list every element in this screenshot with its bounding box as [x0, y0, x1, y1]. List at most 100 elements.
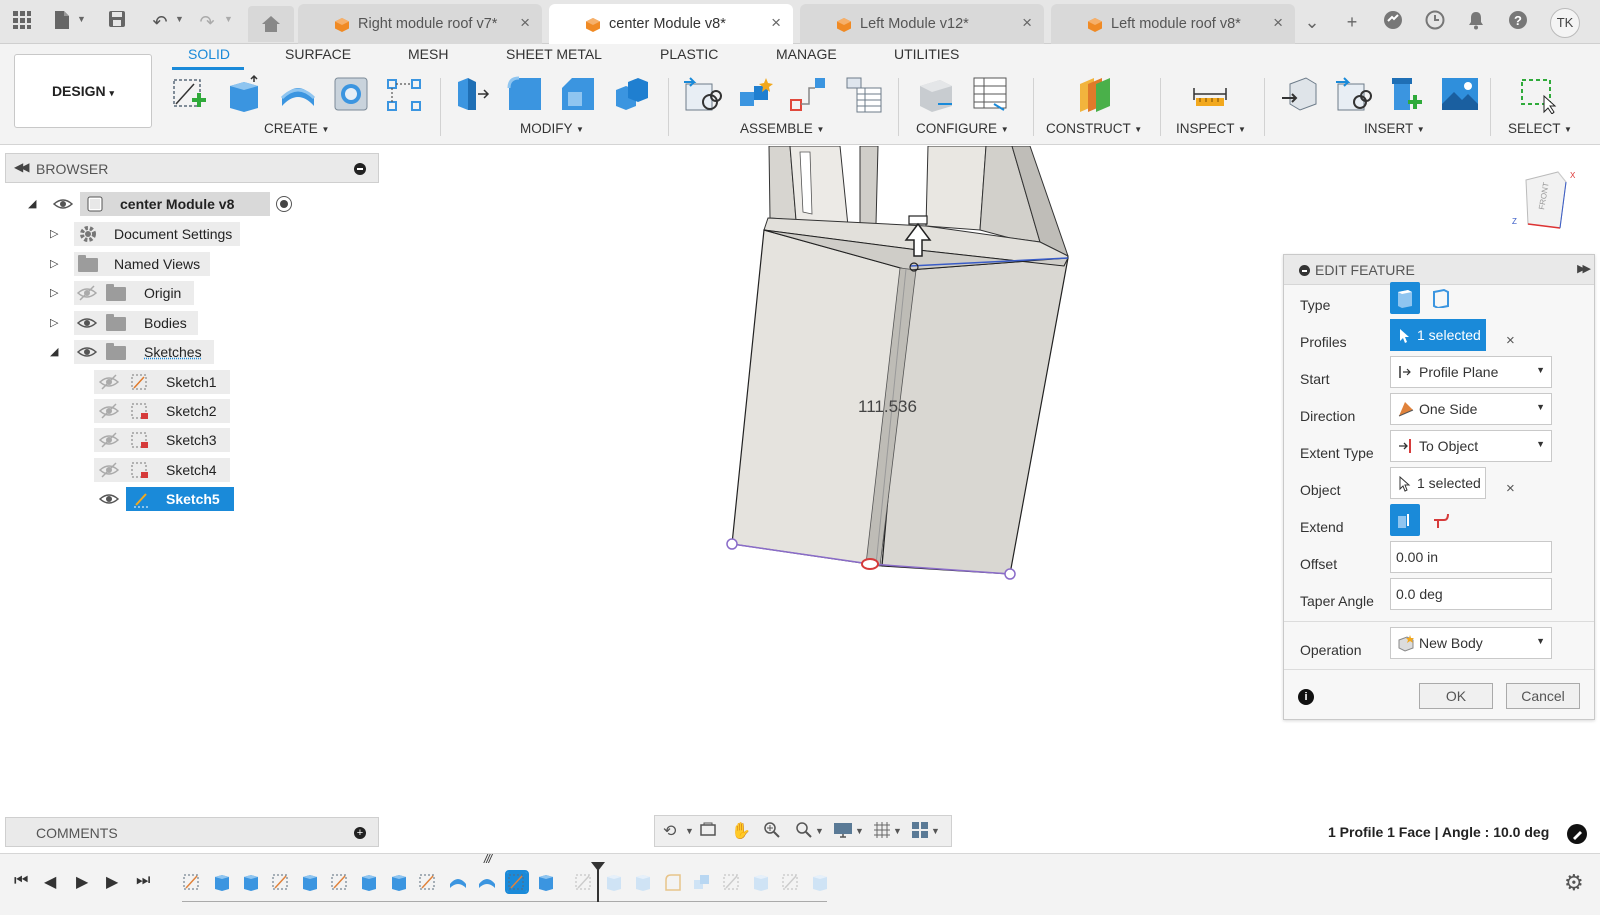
extrude-icon[interactable]: [224, 74, 264, 114]
hidden-eye-icon[interactable]: [98, 371, 120, 393]
timeline-feature-extrude-icon[interactable]: [751, 872, 771, 892]
visibility-eye-icon[interactable]: [52, 193, 74, 215]
direction-dropdown[interactable]: One Side ▼: [1390, 393, 1552, 425]
browser-item-sketch5[interactable]: Sketch5: [94, 487, 234, 511]
doc-tab-left-module-roof[interactable]: Left module roof v8* ×: [1051, 4, 1295, 44]
redo-icon[interactable]: ↷: [195, 10, 219, 34]
create-sketch-icon[interactable]: [170, 74, 210, 114]
expand-triangle-icon[interactable]: ▷: [50, 316, 58, 329]
visibility-eye-icon[interactable]: [98, 488, 120, 510]
orbit-caret-icon[interactable]: ▼: [685, 826, 694, 836]
measure-icon[interactable]: [1190, 74, 1230, 114]
notifications-bell-icon[interactable]: [1464, 10, 1488, 34]
timeline-feature-sketch-icon[interactable]: [574, 872, 594, 892]
profiles-selection[interactable]: 1 selected: [1390, 319, 1486, 351]
select-group-label[interactable]: SELECT ▼: [1508, 121, 1572, 136]
browser-panel-header[interactable]: ◀◀ BROWSER: [5, 153, 379, 183]
configure-group-label[interactable]: CONFIGURE ▼: [916, 121, 1009, 136]
hidden-eye-icon[interactable]: [98, 400, 120, 422]
job-status-clock-icon[interactable]: [1423, 10, 1447, 34]
close-tab-icon[interactable]: ×: [1022, 13, 1032, 33]
status-pen-icon[interactable]: [1567, 824, 1587, 844]
timeline-feature-extrude-icon[interactable]: [633, 872, 653, 892]
taper-angle-input[interactable]: 0.0 deg: [1390, 578, 1552, 610]
collapse-triangle-icon[interactable]: ◢: [28, 197, 36, 210]
redo-caret-icon[interactable]: ▼: [224, 14, 233, 24]
doc-tab-right-module-roof[interactable]: Right module roof v7* ×: [298, 4, 542, 44]
pan-hand-icon[interactable]: ✋: [731, 821, 751, 841]
timeline-feature-extrude-icon[interactable]: [389, 872, 409, 892]
browser-item-label[interactable]: Document Settings: [74, 222, 240, 246]
browser-item-named-views[interactable]: ▷ Named Views: [48, 252, 228, 276]
grid-caret-icon[interactable]: ▼: [893, 826, 902, 836]
info-icon[interactable]: i: [1298, 689, 1314, 705]
view-cube[interactable]: FRONT Z X: [1506, 166, 1586, 236]
expand-triangle-icon[interactable]: ▷: [50, 257, 58, 270]
root-component-label[interactable]: center Module v8: [80, 192, 270, 216]
chamfer-icon[interactable]: [558, 74, 598, 114]
object-selection[interactable]: 1 selected: [1390, 467, 1486, 499]
hidden-eye-icon[interactable]: [98, 429, 120, 451]
new-component-icon[interactable]: [682, 74, 722, 114]
new-tab-plus-icon[interactable]: +: [1340, 10, 1364, 34]
pattern-icon[interactable]: [384, 74, 424, 114]
tab-surface[interactable]: SURFACE: [285, 46, 351, 62]
browser-item-bodies[interactable]: ▷ Bodies: [48, 311, 208, 335]
close-tab-icon[interactable]: ×: [520, 13, 530, 33]
minimize-browser-icon[interactable]: [354, 163, 366, 175]
timeline-feature-sketch-active-icon[interactable]: [504, 870, 529, 894]
ok-button[interactable]: OK: [1419, 683, 1493, 709]
hidden-eye-icon[interactable]: [98, 459, 120, 481]
step-forward-icon[interactable]: ▶: [106, 872, 118, 892]
tab-sheet-metal[interactable]: SHEET METAL: [506, 46, 602, 62]
timeline-feature-sketch-icon[interactable]: [781, 872, 801, 892]
tab-mesh[interactable]: MESH: [408, 46, 448, 62]
home-button[interactable]: [248, 6, 294, 42]
help-question-icon[interactable]: ?: [1506, 10, 1530, 34]
insert-canvas-image-icon[interactable]: [1440, 74, 1480, 114]
visibility-eye-icon[interactable]: [76, 312, 98, 334]
create-group-label[interactable]: CREATE ▼: [264, 121, 329, 136]
viewports-caret-icon[interactable]: ▼: [931, 826, 940, 836]
timeline-feature-sketch-icon[interactable]: [722, 872, 742, 892]
clear-profiles-icon[interactable]: ×: [1506, 332, 1515, 349]
undo-caret-icon[interactable]: ▼: [175, 14, 184, 24]
timeline-feature-extrude-icon[interactable]: [810, 872, 830, 892]
tab-solid[interactable]: SOLID: [188, 46, 230, 62]
timeline-settings-gear-icon[interactable]: ⚙: [1564, 870, 1584, 896]
browser-item-document-settings[interactable]: ▷ Document Settings: [48, 222, 248, 246]
display-caret-icon[interactable]: ▼: [855, 826, 864, 836]
type-solid-button[interactable]: [1390, 282, 1420, 314]
close-tab-icon[interactable]: ×: [1273, 13, 1283, 33]
go-to-start-icon[interactable]: ⏮: [14, 872, 28, 890]
press-pull-icon[interactable]: [452, 74, 492, 114]
browser-item-sketch1[interactable]: Sketch1: [94, 370, 234, 394]
modify-group-label[interactable]: MODIFY ▼: [520, 121, 584, 136]
offset-plane-icon[interactable]: [1074, 74, 1114, 114]
timeline-feature-extrude-icon[interactable]: [300, 872, 320, 892]
configuration-table-icon[interactable]: [970, 74, 1010, 114]
tab-utilities[interactable]: UTILITIES: [894, 46, 959, 62]
dimension-value-label[interactable]: 111.536: [858, 397, 917, 417]
edit-feature-header[interactable]: EDIT FEATURE ▶▶: [1284, 255, 1594, 285]
file-icon[interactable]: [50, 10, 74, 34]
inspect-group-label[interactable]: INSPECT ▼: [1176, 121, 1246, 136]
add-comment-icon[interactable]: +: [354, 827, 366, 839]
timeline-feature-sketch-icon[interactable]: [418, 872, 438, 892]
doc-tab-left-module[interactable]: Left Module v12* ×: [800, 4, 1044, 44]
extent-type-dropdown[interactable]: To Object ▼: [1390, 430, 1552, 462]
combine-icon[interactable]: [612, 74, 652, 114]
operation-dropdown[interactable]: New Body ▼: [1390, 627, 1552, 659]
type-thin-button[interactable]: [1426, 282, 1456, 314]
browser-item-sketches[interactable]: ◢ Sketches: [48, 340, 228, 364]
close-tab-icon[interactable]: ×: [771, 13, 781, 33]
visibility-eye-icon[interactable]: [76, 341, 98, 363]
collapse-triangle-icon[interactable]: ◢: [50, 345, 58, 358]
timeline-feature-revolve-icon[interactable]: [477, 872, 497, 892]
insert-derive-icon[interactable]: [1280, 74, 1320, 114]
collapse-dialog-icon[interactable]: [1299, 265, 1310, 276]
timeline-feature-sketch-icon[interactable]: [271, 872, 291, 892]
tab-overflow-chevron-icon[interactable]: ⌄: [1300, 10, 1324, 34]
timeline-feature-sketch-icon[interactable]: [182, 872, 202, 892]
browser-item-sketch4[interactable]: Sketch4: [94, 458, 234, 482]
